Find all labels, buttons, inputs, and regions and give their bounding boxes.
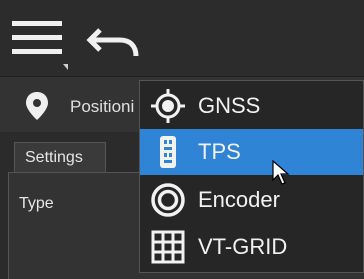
top-toolbar	[0, 0, 364, 76]
positioning-label: Positioni	[70, 97, 135, 116]
menu-item-label: VT-GRID	[198, 234, 288, 259]
tab-settings[interactable]: Settings	[14, 142, 106, 172]
grid-icon	[151, 230, 185, 264]
encoder-rings-icon	[151, 183, 185, 217]
positioning-dropdown-menu: GNSS TPS Encoder VT-GRID	[139, 80, 364, 273]
menu-item-label: GNSS	[198, 93, 261, 118]
menu-item-encoder[interactable]: Encoder	[140, 177, 363, 223]
gnss-crosshair-icon	[151, 89, 185, 123]
menu-item-tps[interactable]: TPS	[140, 129, 363, 175]
undo-icon[interactable]	[86, 24, 142, 60]
tps-prism-icon	[160, 136, 176, 168]
mouse-cursor-icon	[272, 160, 290, 185]
menu-item-label: TPS	[198, 139, 241, 164]
menu-item-gnss[interactable]: GNSS	[140, 83, 363, 129]
menu-item-vt-grid[interactable]: VT-GRID	[140, 224, 363, 270]
app-window: Positioni Settings Type GNSS TPS Encoder…	[0, 0, 364, 279]
type-label: Type	[19, 195, 54, 212]
location-pin-icon	[26, 92, 48, 120]
hamburger-menu-icon[interactable]	[8, 15, 68, 75]
menu-item-label: Encoder	[198, 187, 280, 212]
